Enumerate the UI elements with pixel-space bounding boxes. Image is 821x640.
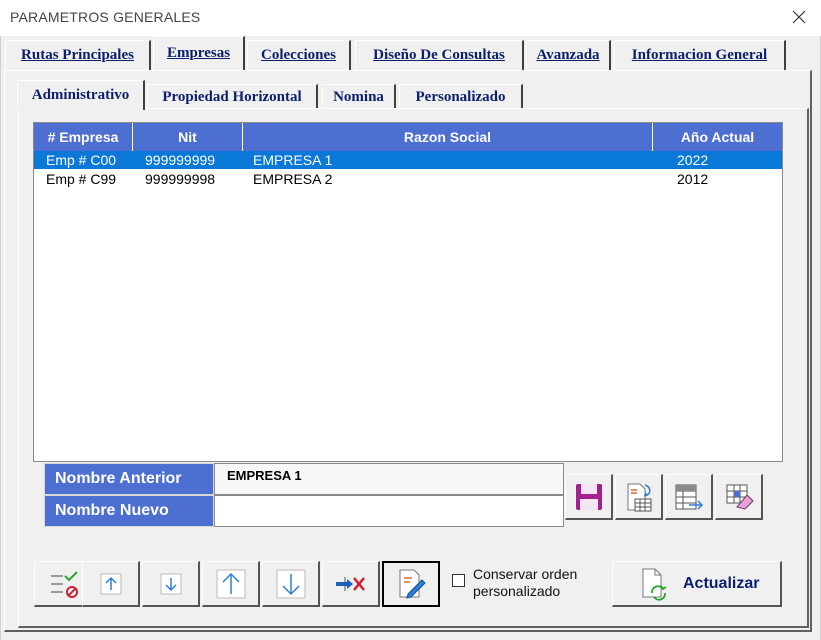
new-name-field[interactable]: [214, 495, 564, 527]
export-table-button[interactable]: [665, 474, 713, 520]
tab-avanzada[interactable]: Avanzada: [526, 40, 611, 70]
title-bar: PARAMETROS GENERALES: [0, 0, 821, 36]
subtab-label: Propiedad Horizontal: [162, 89, 302, 105]
table-row[interactable]: Emp # C00 999999999 EMPRESA 1 2022: [34, 151, 782, 169]
keep-order-label: Conservar orden personalizado: [473, 566, 578, 599]
keep-order-checkbox[interactable]: Conservar orden personalizado: [452, 566, 593, 600]
old-name-label: Nombre Anterior: [44, 463, 214, 495]
tab-colecciones[interactable]: Colecciones: [247, 40, 351, 70]
subtab-administrativo[interactable]: Administrativo: [17, 80, 145, 110]
close-icon: [792, 10, 806, 24]
arrow-down-large-icon: [276, 569, 305, 598]
cell-nit: 999999998: [145, 171, 216, 187]
arrow-up-large-icon: [216, 569, 245, 598]
subtab-label: Personalizado: [415, 89, 506, 105]
check-remove-icon: [50, 570, 78, 598]
move-down-button[interactable]: [142, 561, 200, 607]
tab-empresas[interactable]: Empresas: [153, 36, 245, 70]
close-button[interactable]: [785, 4, 813, 30]
tab-label: Colecciones: [261, 47, 336, 63]
window-title: PARAMETROS GENERALES: [10, 9, 201, 25]
move-bottom-button[interactable]: [262, 561, 320, 607]
arrow-up-icon: [100, 573, 121, 594]
refresh-button[interactable]: Actualizar: [612, 561, 782, 607]
tab-rutas-principales[interactable]: Rutas Principales: [5, 40, 151, 70]
table-export-icon: [675, 484, 703, 510]
save-icon: [575, 483, 602, 510]
move-up-button[interactable]: [82, 561, 140, 607]
refresh-document-icon: [642, 568, 667, 601]
arrow-down-icon: [160, 573, 181, 594]
subtab-label: Nomina: [333, 89, 384, 105]
subtab-propiedad-horizontal[interactable]: Propiedad Horizontal: [147, 84, 318, 110]
companies-grid[interactable]: # Empresa Nit Razon Social Año Actual Em…: [33, 122, 783, 462]
column-header-nit[interactable]: Nit: [133, 123, 243, 151]
cell-nit: 999999999: [145, 152, 216, 168]
column-header-empresa[interactable]: # Empresa: [34, 123, 133, 151]
save-button[interactable]: [565, 474, 613, 520]
move-top-button[interactable]: [202, 561, 260, 607]
tab-label: Rutas Principales: [21, 47, 134, 63]
checkbox-box[interactable]: [452, 574, 465, 587]
cell-razon-social: EMPRESA 1: [253, 152, 333, 168]
delete-button[interactable]: [322, 561, 380, 607]
tab-label: Diseño De Consultas: [373, 47, 505, 63]
cell-anio-actual: 2022: [677, 152, 709, 168]
refresh-label: Actualizar: [683, 574, 760, 592]
tab-diseno-de-consultas[interactable]: Diseño De Consultas: [355, 40, 524, 70]
edit-pencil-icon: [399, 569, 426, 599]
table-row[interactable]: Emp # C99 999999998 EMPRESA 2 2012: [34, 170, 782, 188]
tab-label: Empresas: [166, 45, 231, 61]
tab-informacion-general[interactable]: Informacion General: [614, 40, 786, 70]
tab-label: Informacion General: [631, 47, 768, 63]
tab-label: Avanzada: [536, 47, 600, 63]
grid-header: # Empresa Nit Razon Social Año Actual: [34, 123, 782, 151]
edit-button[interactable]: [382, 561, 440, 607]
old-name-field: EMPRESA 1: [214, 463, 564, 495]
delete-arrow-icon: [335, 576, 365, 591]
cell-empresa: Emp # C00: [46, 152, 117, 168]
subtab-personalizado[interactable]: Personalizado: [399, 84, 523, 110]
column-header-anio-actual[interactable]: Año Actual: [653, 123, 782, 151]
clear-table-button[interactable]: [715, 474, 763, 520]
eraser-icon: [726, 484, 754, 510]
cell-razon-social: EMPRESA 2: [253, 171, 333, 187]
sheet-refresh-icon: [627, 483, 651, 511]
subtab-label: Administrativo: [31, 87, 130, 103]
new-name-label: Nombre Nuevo: [44, 495, 214, 527]
cell-empresa: Emp # C99: [46, 171, 117, 187]
cell-anio-actual: 2012: [677, 171, 709, 187]
import-sheet-button[interactable]: [615, 474, 663, 520]
column-header-razon-social[interactable]: Razon Social: [243, 123, 653, 151]
subtab-nomina[interactable]: Nomina: [322, 84, 396, 110]
